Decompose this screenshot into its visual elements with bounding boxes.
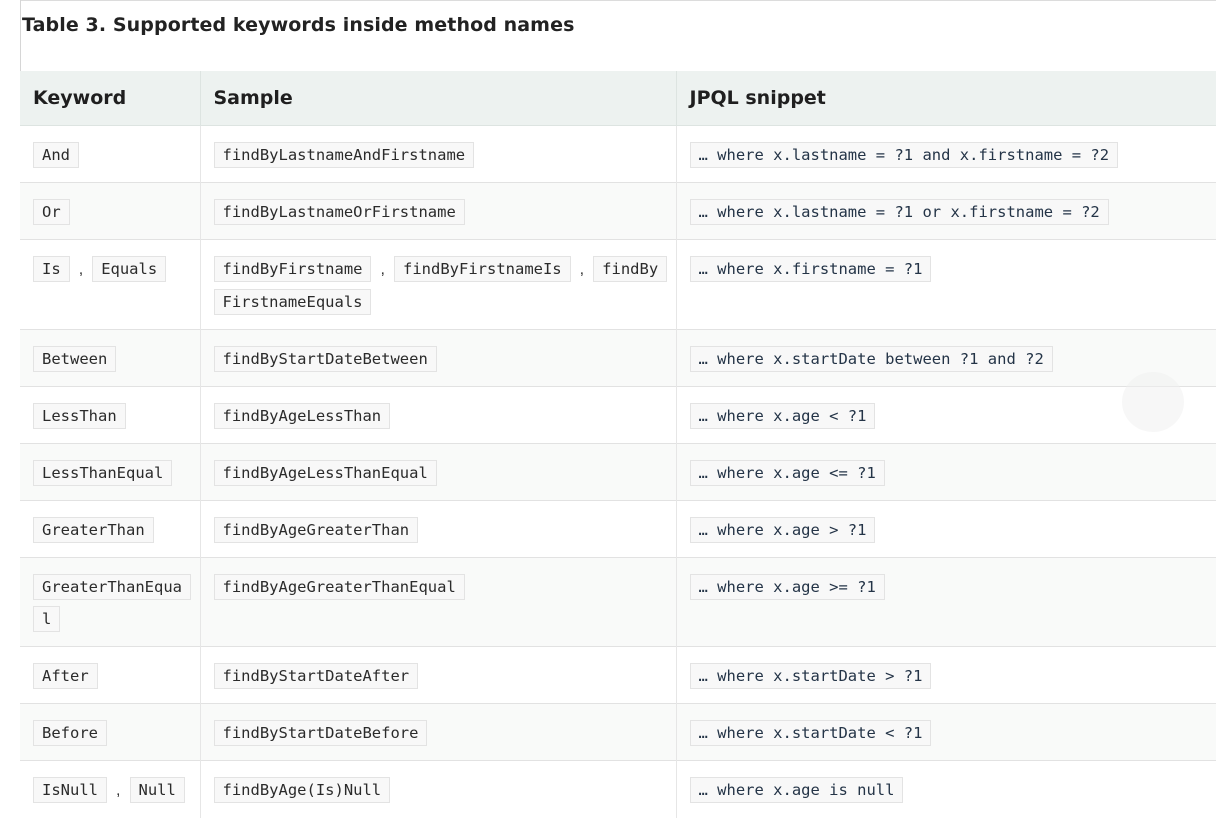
table-row: Before findByStartDateBefore … where x.sta… [20,704,1216,761]
keyword-cell: Or [20,183,200,240]
table-body: And findByLastnameAndFirstname … where x.l… [20,126,1216,818]
header-sample: Sample [200,71,676,126]
jpql-cell-code: … where x.startDate > ?1 [690,663,932,689]
sample-cell: findByStartDateBefore [200,704,676,761]
keyword-cell: GreaterThan [20,501,200,558]
table-row: Is , EqualsfindByFirstname , findByFirst… [20,240,1216,330]
jpql-cell-code: … where x.startDate < ?1 [690,720,932,746]
keyword-cell: IsNull , Null [20,761,200,818]
keyword-cell-code: Null [130,777,185,803]
keyword-cell: Between [20,330,200,387]
keyword-cell: GreaterThanEqual [20,558,200,647]
keyword-cell-code: GreaterThanEqual [33,574,191,632]
jpql-cell-code: … where x.age > ?1 [690,517,876,543]
sample-cell: findByFirstname , findByFirstnameIs , fi… [200,240,676,330]
jpql-cell-code: … where x.age is null [690,777,904,803]
sample-cell-code: findByStartDateBetween [214,346,437,372]
sample-cell-code: findByFirstnameIs [394,256,571,282]
list-separator: , [381,261,385,278]
header-keyword: Keyword [20,71,200,126]
jpql-cell: … where x.lastname = ?1 and x.firstname … [676,126,1216,183]
jpql-cell-code: … where x.age <= ?1 [690,460,885,486]
sample-cell-code: findByAge(Is)Null [214,777,391,803]
sample-cell: findByAge(Is)Null [200,761,676,818]
overlay-circle [1122,372,1184,432]
sample-cell: findByAgeLessThan [200,387,676,444]
sample-cell: findByStartDateAfter [200,647,676,704]
jpql-cell-code: … where x.lastname = ?1 or x.firstname =… [690,199,1109,225]
table-row: IsNull , Null findByAge(Is)Null … where x.… [20,761,1216,818]
sample-cell: findByAgeGreaterThan [200,501,676,558]
sample-cell-code: findByLastnameOrFirstname [214,199,465,225]
keyword-cell-code: Is [33,256,70,282]
list-separator: , [580,261,584,278]
table-row: Between findByStartDateBetween … where x.s… [20,330,1216,387]
list-separator: , [116,782,120,799]
keyword-cell-code: LessThanEqual [33,460,172,486]
jpql-cell: … where x.startDate > ?1 [676,647,1216,704]
keyword-cell-code: Between [33,346,116,372]
keyword-cell: LessThanEqual [20,444,200,501]
frame-top-border [20,0,1216,1]
sample-cell-code: findByLastnameAndFirstname [214,142,475,168]
keyword-cell: Before [20,704,200,761]
jpql-cell: … where x.firstname = ?1 [676,240,1216,330]
keyword-cell-code: GreaterThan [33,517,154,543]
table-row: And findByLastnameAndFirstname … where x.l… [20,126,1216,183]
header-jpql-snippet: JPQL snippet [676,71,1216,126]
table-row: GreaterThan findByAgeGreaterThan … where x… [20,501,1216,558]
sample-cell-code: findByStartDateAfter [214,663,419,689]
sample-cell: findByAgeLessThanEqual [200,444,676,501]
list-separator: , [79,261,83,278]
keyword-cell-code: Before [33,720,107,746]
jpql-cell: … where x.age is null [676,761,1216,818]
table-caption: Table 3. Supported keywords inside metho… [22,14,574,36]
jpql-cell-code: … where x.lastname = ?1 and x.firstname … [690,142,1119,168]
sample-cell-code: findByAgeLessThanEqual [214,460,437,486]
keyword-cell-code: And [33,142,79,168]
keyword-cell-code: IsNull [33,777,107,803]
jpql-cell-code: … where x.firstname = ?1 [690,256,932,282]
sample-cell: findByStartDateBetween [200,330,676,387]
jpql-cell-code: … where x.age < ?1 [690,403,876,429]
keyword-cell-code: Or [33,199,70,225]
keyword-cell: And [20,126,200,183]
keyword-cell-code: Equals [92,256,166,282]
sample-cell-code: findByStartDateBefore [214,720,428,746]
jpql-cell: … where x.lastname = ?1 or x.firstname =… [676,183,1216,240]
table-row: GreaterThanEqual findByAgeGreaterThanEqua… [20,558,1216,647]
jpql-cell-code: … where x.age >= ?1 [690,574,885,600]
jpql-cell: … where x.age >= ?1 [676,558,1216,647]
table-row: LessThan findByAgeLessThan … where x.age <… [20,387,1216,444]
sample-cell-code: findByFirstname [214,256,372,282]
jpql-cell: … where x.age <= ?1 [676,444,1216,501]
table-row: LessThanEqual findByAgeLessThanEqual … whe… [20,444,1216,501]
table-row: Or findByLastnameOrFirstname … where x.las… [20,183,1216,240]
sample-cell: findByLastnameOrFirstname [200,183,676,240]
sample-cell-code: findByAgeGreaterThanEqual [214,574,465,600]
sample-cell-code: findByAgeLessThan [214,403,391,429]
keywords-table: Keyword Sample JPQL snippet And findByLas… [20,71,1216,818]
keyword-cell: After [20,647,200,704]
jpql-cell: … where x.startDate < ?1 [676,704,1216,761]
keyword-cell-code: After [33,663,98,689]
keyword-cell: Is , Equals [20,240,200,330]
table-header-row: Keyword Sample JPQL snippet [20,71,1216,126]
keyword-cell-code: LessThan [33,403,126,429]
jpql-cell-code: … where x.startDate between ?1 and ?2 [690,346,1053,372]
jpql-cell: … where x.age > ?1 [676,501,1216,558]
sample-cell-code: findByAgeGreaterThan [214,517,419,543]
sample-cell: findByAgeGreaterThanEqual [200,558,676,647]
sample-cell: findByLastnameAndFirstname [200,126,676,183]
keyword-cell: LessThan [20,387,200,444]
table-row: After findByStartDateAfter … where x.start… [20,647,1216,704]
